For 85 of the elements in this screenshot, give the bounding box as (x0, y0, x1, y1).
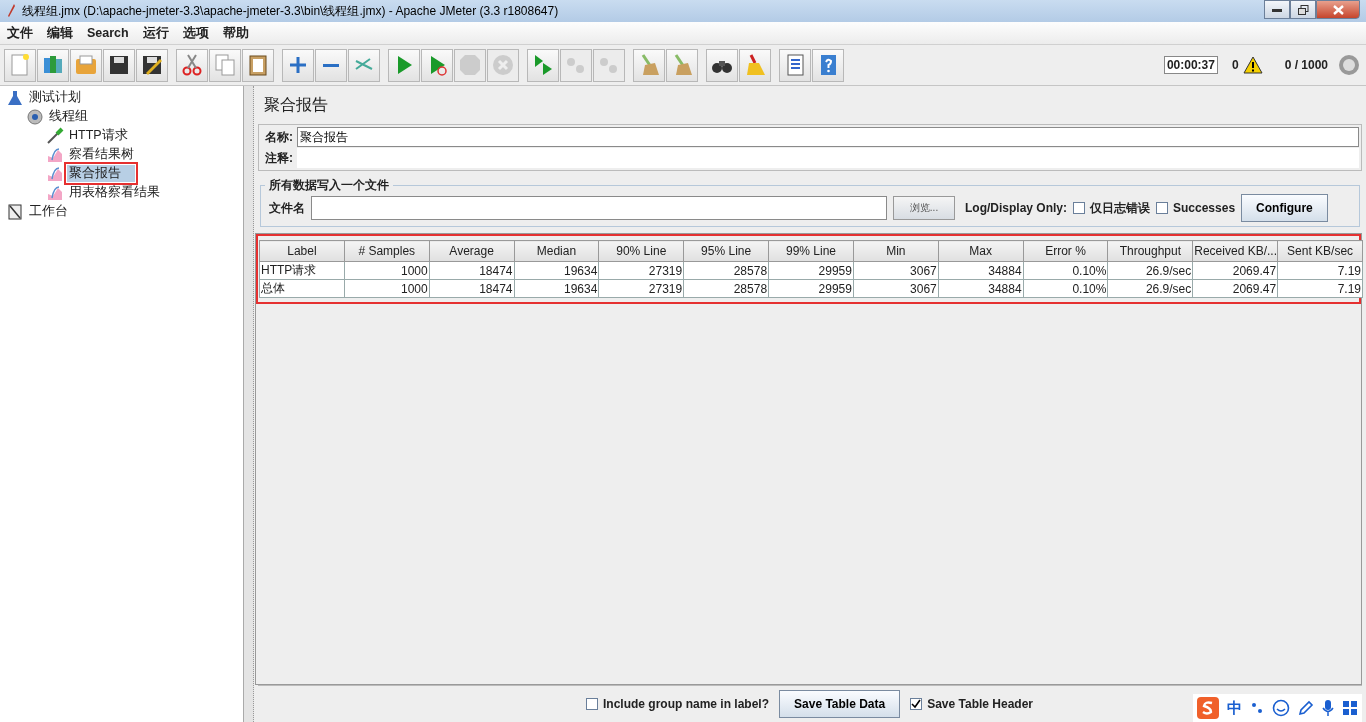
menu-item[interactable]: 选项 (175, 24, 216, 42)
checkbox-label: Save Table Header (927, 697, 1034, 711)
menu-item[interactable]: 编辑 (40, 24, 80, 42)
warning-icon (1242, 56, 1263, 74)
stop-sign-icon (458, 53, 482, 77)
column-header[interactable]: 95% Line (683, 240, 769, 262)
tree-item[interactable]: 察看结果树 (67, 146, 136, 163)
punctuation-icon[interactable] (1250, 700, 1264, 716)
chart-icon (46, 183, 64, 202)
notepad-icon (6, 202, 24, 221)
close-button[interactable] (1316, 0, 1360, 19)
copy-icon (213, 53, 237, 77)
status-indicator-icon (1338, 54, 1360, 76)
error-count: 0 (1231, 58, 1239, 72)
column-header[interactable]: Error % (1023, 240, 1108, 262)
checkbox[interactable] (1156, 202, 1168, 214)
chart-icon (46, 164, 64, 183)
column-header[interactable]: Label (259, 240, 345, 262)
column-header[interactable]: Sent KB/sec (1277, 240, 1363, 262)
comment-field[interactable] (297, 148, 1359, 168)
column-header[interactable]: 90% Line (598, 240, 684, 262)
filename-field[interactable] (311, 196, 887, 220)
minimize-button[interactable] (1264, 0, 1290, 19)
column-header[interactable]: Received KB/... (1192, 240, 1278, 262)
menu-item[interactable]: Search (80, 26, 136, 40)
column-header[interactable]: Average (429, 240, 515, 262)
x-circle-icon (491, 53, 515, 77)
maximize-button[interactable] (1290, 0, 1316, 19)
column-header[interactable]: Min (853, 240, 939, 262)
chart-icon (46, 145, 64, 164)
browse-button[interactable]: 浏览... (893, 196, 955, 220)
toolbar-button[interactable] (779, 48, 811, 82)
field-label: 名称: (264, 128, 293, 146)
checkbox-label: 仅日志错误 (1090, 199, 1150, 217)
tree-item[interactable]: 工作台 (27, 203, 70, 220)
column-header[interactable]: Max (938, 240, 1024, 262)
field-label: 注释: (264, 149, 293, 167)
log-display-label: Log/Display Only: (964, 201, 1067, 215)
minimize-icon (1272, 7, 1282, 12)
checkbox[interactable] (1073, 202, 1085, 214)
checkbox[interactable] (586, 698, 598, 710)
close-icon (1332, 4, 1344, 15)
tree-item[interactable]: 聚合报告 (67, 165, 135, 182)
field-label: 文件名 (268, 199, 305, 217)
menu-item[interactable]: 文件 (0, 24, 40, 42)
microphone-icon[interactable] (1322, 699, 1334, 717)
tree-item[interactable]: HTTP请求 (67, 127, 130, 144)
tree-item[interactable]: 用表格察看结果 (67, 184, 162, 201)
pencil-icon[interactable] (1298, 700, 1314, 716)
panel-title: 聚合报告 (263, 95, 329, 115)
flask-icon (6, 88, 24, 107)
name-field[interactable]: 聚合报告 (297, 127, 1359, 147)
elapsed-time: 00:00:37 (1163, 56, 1218, 74)
minus-icon (323, 63, 339, 67)
tree-item[interactable]: 测试计划 (27, 89, 83, 106)
thread-count: 0 / 1000 (1284, 58, 1328, 72)
smiley-icon[interactable] (1272, 699, 1290, 717)
scissors-icon (180, 53, 204, 77)
window-title: 线程组.jmx (D:\apache-jmeter-3.3\apache-jmeter-3.3\bin\线程组.jmx) - Apache JMeter (3.3 r1808647) (22, 2, 559, 20)
document-icon (8, 53, 32, 77)
group-title: 所有数据写入一个文件 (268, 177, 390, 194)
tree-item[interactable]: 线程组 (47, 108, 90, 125)
column-header[interactable]: # Samples (344, 240, 430, 262)
column-header[interactable]: Median (514, 240, 599, 262)
toolbar-button[interactable] (103, 48, 135, 82)
gear-icon (26, 107, 44, 126)
toolbar-button[interactable] (136, 48, 168, 82)
feather-icon (6, 4, 16, 18)
checkbox-label: Include group name in label? (603, 697, 770, 711)
column-header[interactable]: Throughput (1107, 240, 1193, 262)
menu-item[interactable]: 运行 (135, 24, 176, 42)
checkbox-label: Successes (1173, 201, 1236, 215)
restore-icon (1297, 4, 1309, 15)
folder-icon (74, 53, 98, 77)
column-header[interactable]: 99% Line (768, 240, 854, 262)
save-table-data-button[interactable]: Save Table Data (779, 690, 901, 718)
grid-icon[interactable] (1342, 700, 1358, 716)
toolbar-button[interactable] (706, 48, 738, 82)
configure-button[interactable]: Configure (1241, 194, 1328, 222)
clipboard-icon (246, 53, 270, 77)
pipette-icon (46, 126, 64, 145)
input-mode[interactable]: 中 (1227, 698, 1242, 718)
checkbox[interactable] (910, 698, 923, 710)
ime-logo-icon (1197, 697, 1219, 719)
menu-item[interactable]: 帮助 (215, 24, 256, 42)
